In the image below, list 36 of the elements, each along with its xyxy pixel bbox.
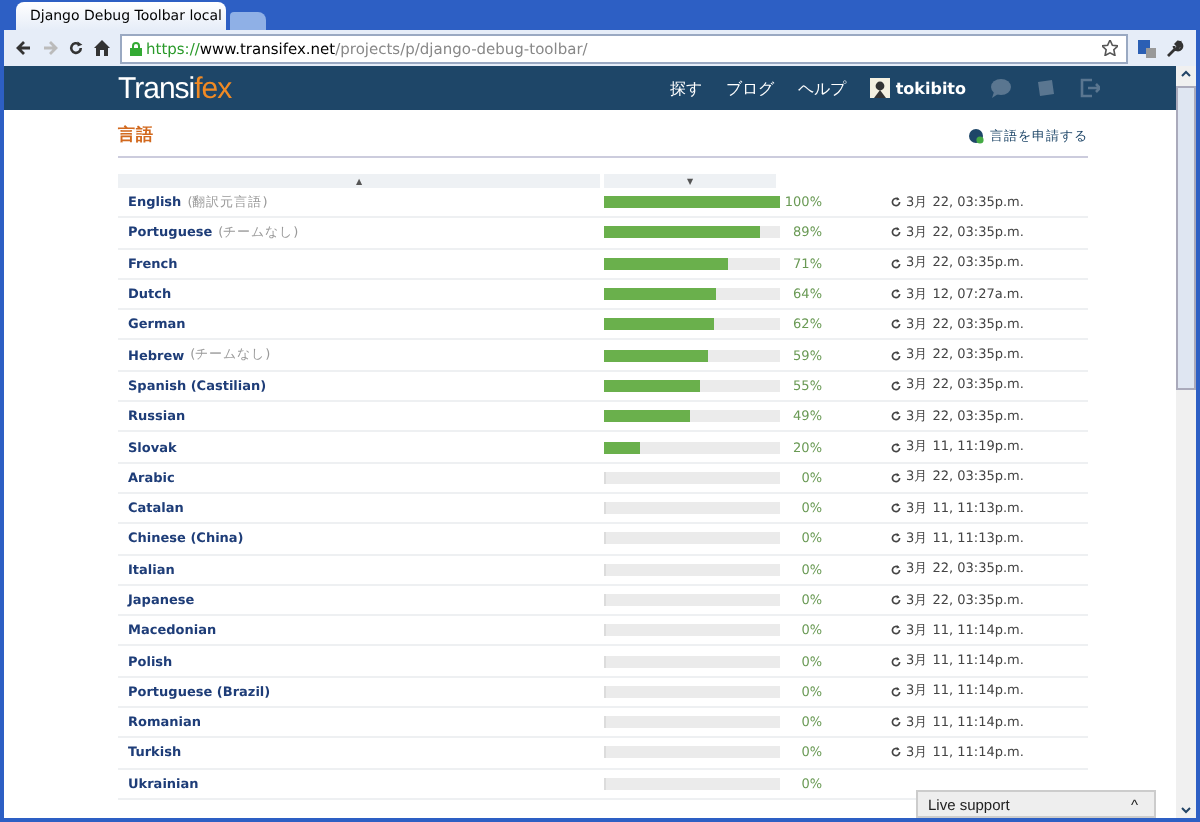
nav-link[interactable]: ヘルプ: [797, 77, 846, 99]
refresh-icon: [890, 441, 902, 454]
section-title: 言語: [118, 124, 154, 148]
back-icon[interactable]: [16, 40, 32, 56]
refresh-icon: [890, 471, 902, 484]
refresh-icon: [890, 349, 902, 362]
scroll-up-icon[interactable]: [1178, 66, 1194, 82]
site-logo[interactable]: Transifex: [118, 71, 232, 105]
refresh-icon: [890, 624, 902, 637]
refresh-icon: [890, 410, 902, 423]
reload-icon[interactable]: [68, 40, 84, 56]
refresh-icon: [890, 563, 902, 576]
star-icon[interactable]: [1102, 40, 1118, 56]
refresh-icon: [890, 594, 902, 606]
nav-link[interactable]: 探す: [669, 77, 702, 99]
refresh-icon: [890, 716, 902, 729]
refresh-icon: [890, 257, 902, 270]
refresh-icon: [890, 226, 902, 239]
lock-icon: [130, 41, 142, 55]
refresh-icon: [890, 746, 902, 759]
nav-link[interactable]: ブログ: [725, 77, 774, 99]
scroll-down-icon[interactable]: [1178, 802, 1194, 818]
refresh-icon: [890, 502, 902, 515]
refresh-icon: [890, 318, 902, 331]
home-icon[interactable]: [94, 40, 110, 56]
wrench-icon[interactable]: [1166, 39, 1184, 57]
avatar-icon: [869, 78, 890, 98]
extension-icon[interactable]: [1138, 39, 1156, 57]
user-link[interactable]: tokibito: [869, 78, 966, 98]
globe-icon: [968, 128, 984, 144]
refresh-icon: [890, 288, 902, 301]
refresh-icon: [890, 532, 902, 545]
refresh-icon: [890, 655, 902, 668]
refresh-icon: [890, 685, 902, 698]
refresh-icon: [890, 196, 902, 209]
refresh-icon: [890, 379, 902, 392]
